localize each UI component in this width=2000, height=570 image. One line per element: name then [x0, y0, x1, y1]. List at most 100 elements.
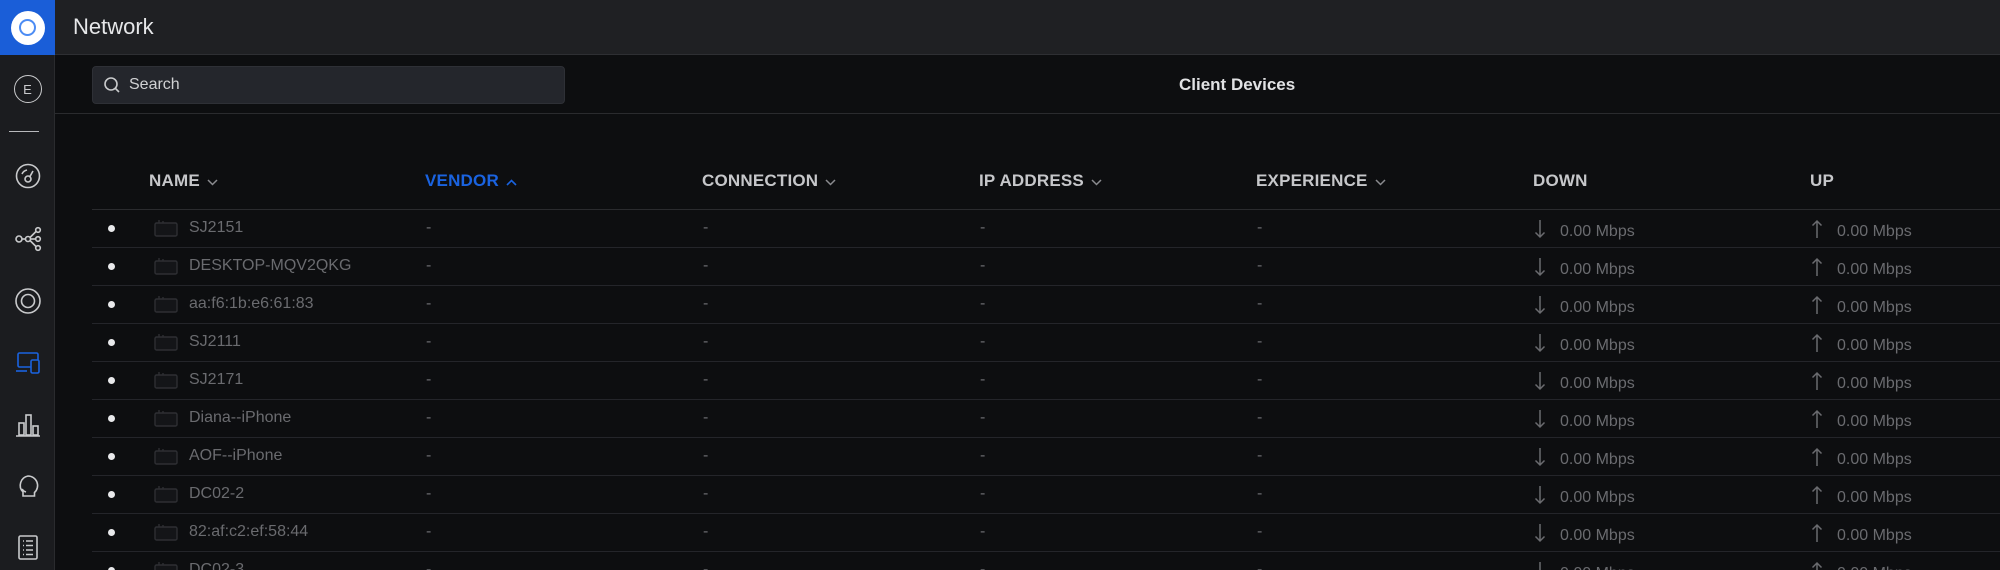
up-rate: 0.00 Mbps: [1837, 260, 1912, 278]
column-label: CONNECTION: [702, 171, 819, 190]
cell-connection: -: [703, 257, 709, 274]
column-label: NAME: [149, 171, 200, 190]
cell-name: SJ2171: [189, 371, 244, 388]
sidebar-item-topology[interactable]: [0, 219, 55, 259]
table-row[interactable]: SJ2171 - - - - 0.00 Mbps 0.00 Mbps: [92, 362, 2000, 400]
column-header-name[interactable]: NAME: [149, 171, 218, 191]
cell-vendor: -: [426, 409, 432, 426]
up-rate: 0.00 Mbps: [1837, 336, 1912, 354]
up-rate: 0.00 Mbps: [1837, 222, 1912, 240]
table-row[interactable]: aa:f6:1b:e6:61:83 - - - - 0.00 Mbps 0.00…: [92, 286, 2000, 324]
table-header: NAME VENDOR CONNECTION IP ADDRESS EXPERI…: [92, 150, 2000, 210]
cell-down: 0.00 Mbps: [1534, 523, 1635, 548]
logo-ring: [19, 19, 36, 36]
app-title: Network: [73, 14, 154, 39]
up-rate: 0.00 Mbps: [1837, 412, 1912, 430]
cell-name: DC02-2: [189, 485, 245, 502]
cell-up: 0.00 Mbps: [1811, 257, 1912, 282]
table-row[interactable]: SJ2111 - - - - 0.00 Mbps 0.00 Mbps: [92, 324, 2000, 362]
client-devices-table: NAME VENDOR CONNECTION IP ADDRESS EXPERI…: [92, 150, 2000, 570]
cell-ip-address: -: [980, 333, 986, 350]
table-row[interactable]: AOF--iPhone - - - - 0.00 Mbps 0.00 Mbps: [92, 438, 2000, 476]
cell-experience: -: [1257, 257, 1263, 274]
down-rate: 0.00 Mbps: [1560, 336, 1635, 354]
wireless-device-icon: [152, 521, 180, 548]
cell-vendor: -: [426, 371, 432, 388]
status-dot: [108, 377, 115, 384]
up-rate: 0.00 Mbps: [1837, 450, 1912, 468]
cell-down: 0.00 Mbps: [1534, 561, 1635, 570]
table-row[interactable]: DC02-3 - - - - 0.00 Mbps 0.00 Mbps: [92, 552, 2000, 570]
cell-name: Diana--iPhone: [189, 409, 292, 426]
sidebar-item-logs[interactable]: [0, 527, 55, 567]
column-header-ip-address[interactable]: IP ADDRESS: [979, 171, 1102, 191]
table-row[interactable]: SJ2151 - - - - 0.00 Mbps 0.00 Mbps: [92, 210, 2000, 248]
up-rate: 0.00 Mbps: [1837, 298, 1912, 316]
cell-vendor: -: [426, 295, 432, 312]
status-dot: [108, 491, 115, 498]
status-dot: [108, 339, 115, 346]
search-input[interactable]: [129, 76, 549, 94]
sidebar-item-dashboard[interactable]: [0, 156, 55, 196]
sidebar-item-devices[interactable]: [0, 281, 55, 321]
up-rate: 0.00 Mbps: [1837, 526, 1912, 544]
cell-ip-address: -: [980, 523, 986, 540]
cell-up: 0.00 Mbps: [1811, 295, 1912, 320]
arrow-up-icon: [1811, 523, 1823, 548]
table-row[interactable]: DC02-2 - - - - 0.00 Mbps 0.00 Mbps: [92, 476, 2000, 514]
cell-experience: -: [1257, 485, 1263, 502]
column-header-vendor[interactable]: VENDOR: [425, 171, 517, 191]
cell-ip-address: -: [980, 561, 986, 570]
arrow-down-icon: [1534, 485, 1546, 510]
arrow-down-icon: [1534, 333, 1546, 358]
search-box[interactable]: [92, 66, 565, 104]
cell-connection: -: [703, 447, 709, 464]
column-header-experience[interactable]: EXPERIENCE: [1256, 171, 1386, 191]
arrow-up-icon: [1811, 257, 1823, 282]
client-devices-icon: [15, 352, 40, 374]
arrow-down-icon: [1534, 561, 1546, 570]
cell-name: SJ2151: [189, 219, 244, 236]
cell-up: 0.00 Mbps: [1811, 371, 1912, 396]
cell-up: 0.00 Mbps: [1811, 447, 1912, 472]
cell-ip-address: -: [980, 409, 986, 426]
arrow-up-icon: [1811, 333, 1823, 358]
down-rate: 0.00 Mbps: [1560, 526, 1635, 544]
cell-up: 0.00 Mbps: [1811, 485, 1912, 510]
down-rate: 0.00 Mbps: [1560, 488, 1635, 506]
table-row[interactable]: DESKTOP-MQV2QKG - - - - 0.00 Mbps 0.00 M…: [92, 248, 2000, 286]
column-header-connection[interactable]: CONNECTION: [702, 171, 836, 191]
column-header-up[interactable]: UP: [1810, 171, 1834, 191]
wireless-device-icon: [152, 369, 180, 396]
arrow-up-icon: [1811, 447, 1823, 472]
column-label: EXPERIENCE: [1256, 171, 1368, 190]
cell-vendor: -: [426, 257, 432, 274]
cell-ip-address: -: [980, 219, 986, 236]
cell-name: SJ2111: [189, 333, 241, 350]
cell-vendor: -: [426, 485, 432, 502]
arrow-down-icon: [1534, 371, 1546, 396]
sidebar-item-statistics[interactable]: [0, 405, 55, 445]
wireless-device-icon: [152, 445, 180, 472]
sidebar-item-insights[interactable]: [0, 467, 55, 507]
sidebar-item-clients[interactable]: [0, 343, 55, 383]
sidebar-item-site-switcher[interactable]: E: [0, 69, 55, 109]
cell-up: 0.00 Mbps: [1811, 409, 1912, 434]
table-row[interactable]: Diana--iPhone - - - - 0.00 Mbps 0.00 Mbp…: [92, 400, 2000, 438]
toolbar: Client Devices: [55, 56, 2000, 114]
cell-experience: -: [1257, 409, 1263, 426]
cell-connection: -: [703, 333, 709, 350]
arrow-up-icon: [1811, 485, 1823, 510]
table-body: SJ2151 - - - - 0.00 Mbps 0.00 Mbps DESKT…: [92, 210, 2000, 570]
column-header-down[interactable]: DOWN: [1533, 171, 1588, 191]
down-rate: 0.00 Mbps: [1560, 298, 1635, 316]
arrow-up-icon: [1811, 295, 1823, 320]
cell-experience: -: [1257, 561, 1263, 570]
cell-experience: -: [1257, 447, 1263, 464]
app-header: Network: [55, 0, 2000, 55]
chevron-down-icon: [1375, 171, 1386, 191]
cell-vendor: -: [426, 447, 432, 464]
table-row[interactable]: 82:af:c2:ef:58:44 - - - - 0.00 Mbps 0.00…: [92, 514, 2000, 552]
cell-connection: -: [703, 295, 709, 312]
ubiquiti-logo[interactable]: [0, 0, 55, 55]
